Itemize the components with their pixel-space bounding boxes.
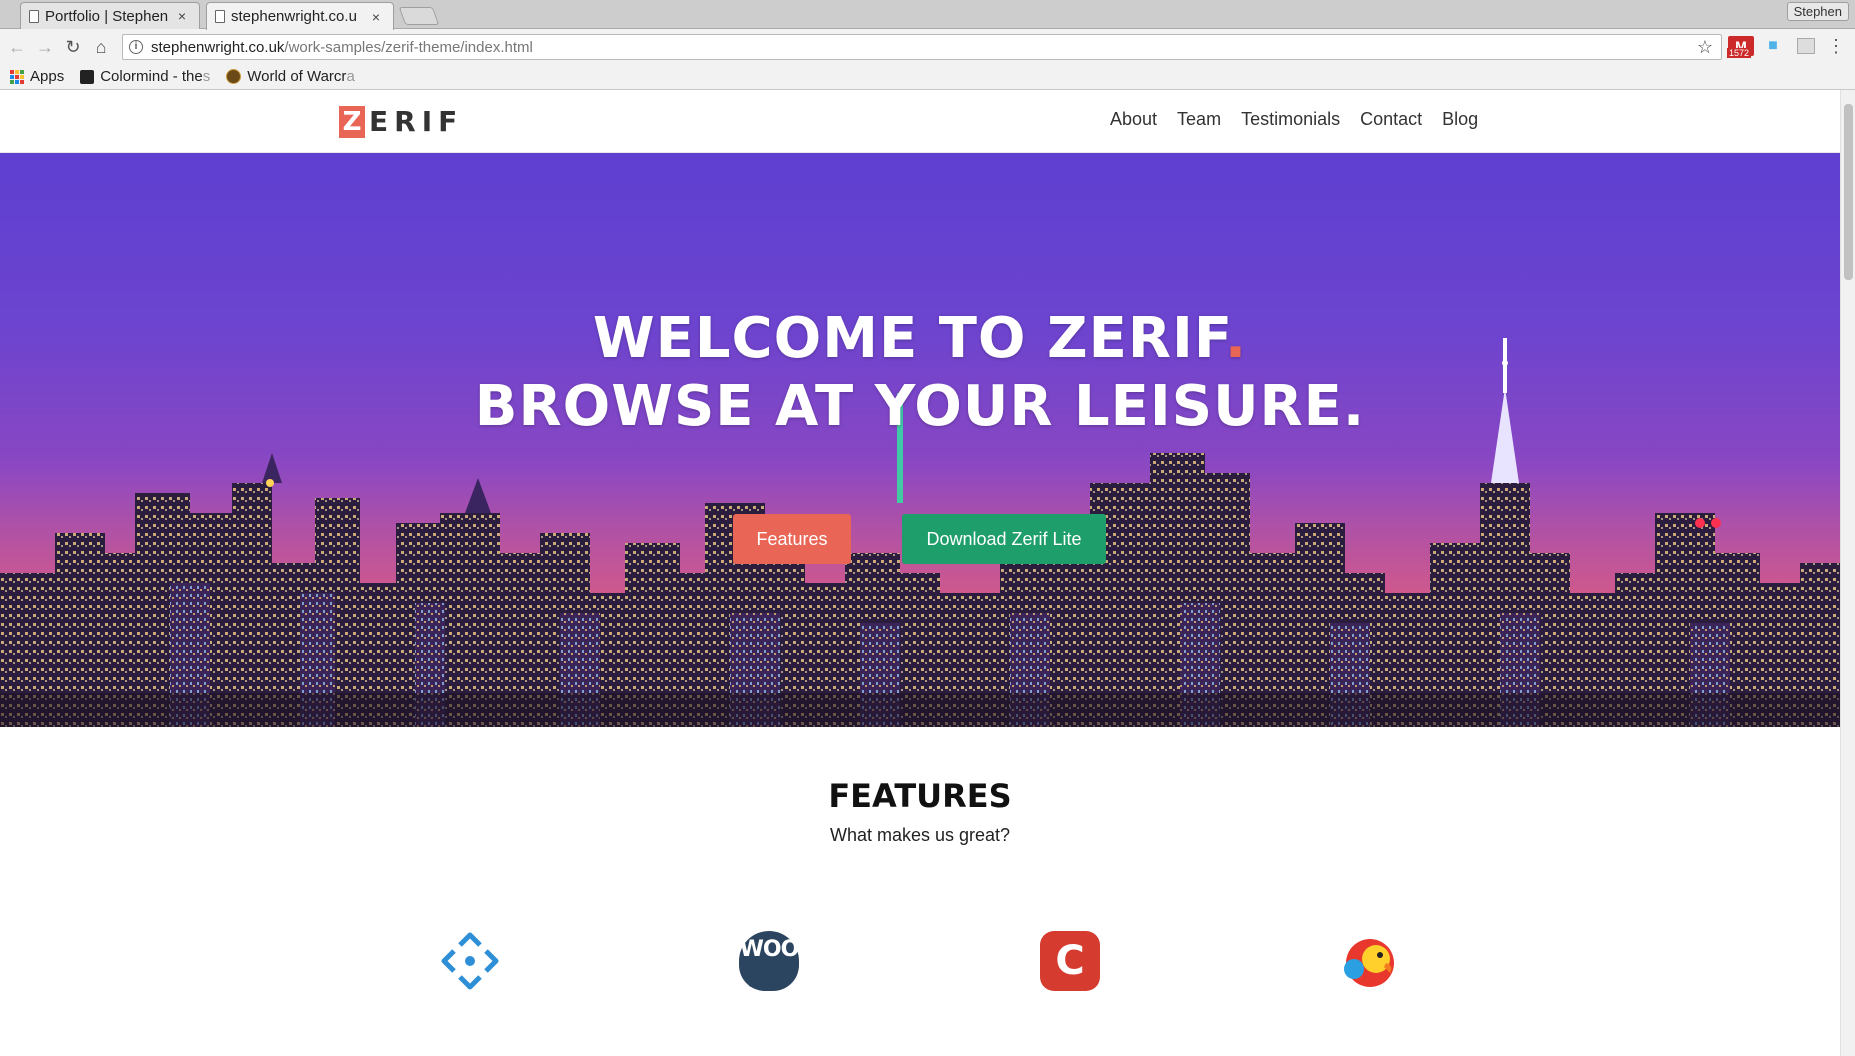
site-header: Z ERIF About Team Testimonials Contact B… <box>0 90 1840 153</box>
url-host: stephenwright.co.uk <box>151 38 285 56</box>
bookmark-label: Colormind - the <box>100 68 203 85</box>
colormind-icon <box>80 69 95 84</box>
nav-testimonials[interactable]: Testimonials <box>1241 109 1340 130</box>
woo-subtext: OMMER <box>748 979 787 990</box>
bookmark-star-icon[interactable]: ☆ <box>1697 37 1713 58</box>
address-bar[interactable]: i stephenwright.co.uk/work-samples/zerif… <box>122 34 1722 60</box>
close-tab-icon[interactable]: × <box>175 8 189 24</box>
forward-icon[interactable]: → <box>34 36 56 58</box>
nav-contact[interactable]: Contact <box>1360 109 1422 130</box>
nav-blog[interactable]: Blog <box>1442 109 1478 130</box>
nav-about[interactable]: About <box>1110 109 1157 130</box>
page-icon <box>29 10 39 23</box>
reload-icon[interactable]: ↻ <box>62 36 84 58</box>
arrows-move-icon <box>441 932 499 990</box>
browser-tabstrip: Portfolio | Stephen × stephenwright.co.u… <box>0 0 1855 30</box>
scrollbar-thumb[interactable] <box>1844 104 1853 280</box>
apps-grid-icon <box>10 69 24 84</box>
zerif-logo[interactable]: Z ERIF <box>339 105 463 138</box>
page-scrollbar[interactable] <box>1840 90 1855 1056</box>
bookmark-wow[interactable]: World of Warcr a <box>226 68 355 85</box>
hero-heading: WELCOME TO ZERIF. BROWSE AT YOUR LEISURE… <box>0 305 1840 441</box>
c-logo-icon: C <box>1040 931 1100 991</box>
info-icon[interactable]: i <box>129 40 143 54</box>
hero-accent-dot: . <box>1224 306 1248 371</box>
tab-zerif[interactable]: stephenwright.co.u × <box>206 2 394 30</box>
features-button[interactable]: Features <box>733 514 851 564</box>
tab-portfolio[interactable]: Portfolio | Stephen × <box>20 2 200 29</box>
bookmark-label: Apps <box>30 68 65 85</box>
parrot-icon <box>1344 939 1394 987</box>
home-icon[interactable]: ⌂ <box>90 36 112 58</box>
features-section: FEATURES What makes us great? WOO OMMER … <box>0 727 1840 1056</box>
c-letter: C <box>1055 938 1085 984</box>
logo-text: ERIF <box>369 105 464 138</box>
url-path: /work-samples/zerif-theme/index.html <box>284 38 533 56</box>
new-tab-button[interactable] <box>398 7 440 25</box>
back-icon[interactable]: ← <box>6 36 28 58</box>
gmail-count-badge: 1572 <box>1727 48 1752 58</box>
main-menu: About Team Testimonials Contact Blog <box>1110 109 1478 130</box>
chrome-menu-icon[interactable]: ⋮ <box>1827 36 1845 56</box>
hero-line-2: BROWSE AT YOUR LEISURE. <box>474 374 1366 439</box>
profile-button[interactable]: Stephen <box>1786 2 1849 21</box>
features-subtitle: What makes us great? <box>829 825 1011 845</box>
hero-line-1: WELCOME TO ZERIF <box>592 306 1225 371</box>
nav-team[interactable]: Team <box>1177 109 1221 130</box>
logo-initial: Z <box>339 105 365 138</box>
page-icon <box>215 10 225 23</box>
extension-icon[interactable] <box>1797 38 1815 54</box>
download-zerif-lite-button[interactable]: Download Zerif Lite <box>902 514 1106 564</box>
features-title: FEATURES <box>828 777 1012 815</box>
page-viewport: Z ERIF About Team Testimonials Contact B… <box>0 90 1840 1056</box>
bookmark-label-fade: s <box>202 68 211 85</box>
woo-text: WOO <box>739 937 800 962</box>
browser-toolbar: ← → ↻ ⌂ i stephenwright.co.uk/work-sampl… <box>0 29 1855 64</box>
hero-section: WELCOME TO ZERIF. BROWSE AT YOUR LEISURE… <box>0 153 1840 727</box>
chat-extension-icon[interactable]: ■ <box>1764 36 1782 56</box>
tab-title: Portfolio | Stephen <box>45 7 169 25</box>
close-tab-icon[interactable]: × <box>369 9 383 25</box>
bookmark-apps[interactable]: Apps <box>10 68 64 85</box>
wow-icon <box>226 69 242 84</box>
tab-title: stephenwright.co.u <box>231 8 357 25</box>
url-text: stephenwright.co.uk/work-samples/zerif-t… <box>151 39 533 56</box>
bookmark-colormind[interactable]: Colormind - the s <box>80 68 210 85</box>
bookmark-label-fade: a <box>346 68 355 85</box>
bookmark-label: World of Warcr <box>247 68 347 85</box>
bookmarks-bar: Apps Colormind - the s World of Warcr a <box>0 64 1855 90</box>
